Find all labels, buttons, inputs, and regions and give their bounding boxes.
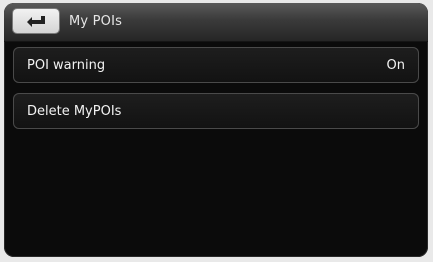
poi-warning-label: POI warning (27, 58, 106, 73)
title-bar: My POIs (4, 3, 428, 42)
poi-warning-value: On (386, 58, 405, 73)
back-button[interactable] (13, 9, 59, 33)
poi-warning-row[interactable]: POI warning On (13, 47, 419, 83)
page-title: My POIs (69, 14, 123, 29)
delete-mypois-row[interactable]: Delete MyPOIs (13, 93, 419, 129)
delete-mypois-label: Delete MyPOIs (27, 104, 122, 119)
nav-screen: My POIs POI warning On Delete MyPOIs (4, 3, 428, 257)
settings-list: POI warning On Delete MyPOIs (13, 47, 419, 139)
